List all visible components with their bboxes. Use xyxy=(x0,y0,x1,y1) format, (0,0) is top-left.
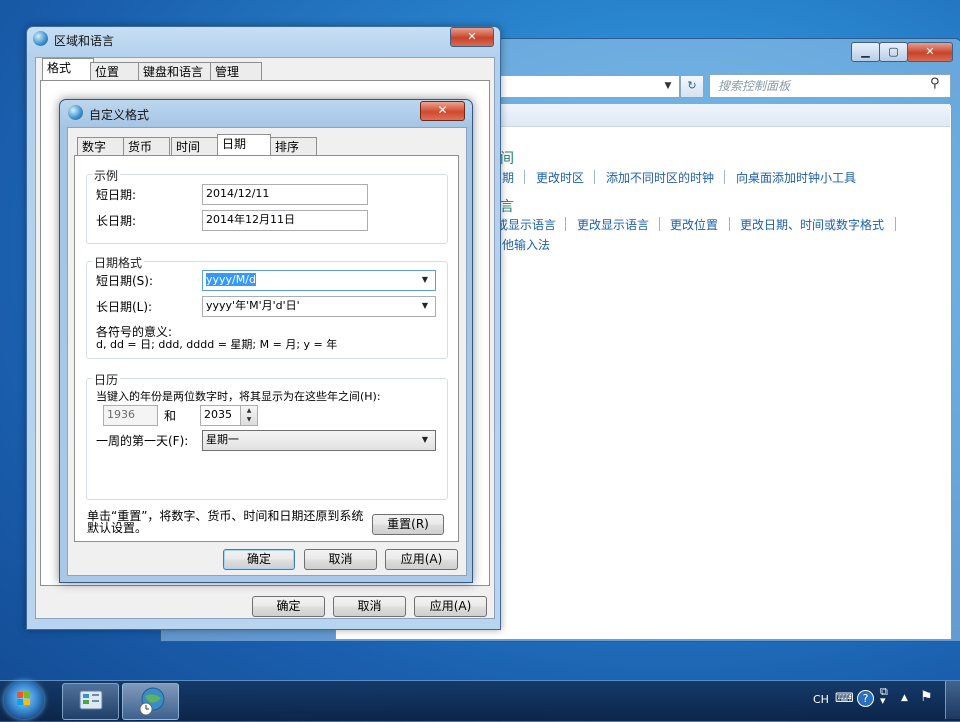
tab-date[interactable]: 日期 xyxy=(217,134,271,157)
tab-currency[interactable]: 货币 xyxy=(123,137,170,156)
windows-logo-icon xyxy=(17,692,30,705)
input-language-indicator[interactable]: CH xyxy=(813,693,829,706)
help-icon[interactable]: ? xyxy=(857,690,874,707)
change-location-link[interactable]: 更改位置 xyxy=(670,216,718,233)
date-formats-legend: 日期格式 xyxy=(92,254,145,271)
calendar-legend: 日历 xyxy=(92,371,121,388)
apply-button[interactable]: 应用(A) xyxy=(414,596,487,617)
keyboard-icon[interactable]: ⌨ xyxy=(835,691,854,706)
search-icon[interactable]: ⚲ xyxy=(930,76,940,91)
short-date-selected-text[interactable]: yyyy/M/d xyxy=(206,273,256,286)
long-date-combo[interactable]: yyyy'年'M'月'd'日' xyxy=(202,296,436,317)
search-placeholder: 搜索控制面板 xyxy=(718,79,791,93)
link-separator xyxy=(724,170,725,184)
ok-button[interactable]: 确定 xyxy=(223,549,295,570)
link-separator xyxy=(565,217,566,231)
tab-sorting[interactable]: 排序 xyxy=(270,137,317,156)
example-long-date: 2014年12月11日 xyxy=(202,210,368,231)
change-date-format-link[interactable]: 更改日期、时间或数字格式 xyxy=(740,216,884,233)
change-display-language-link[interactable]: 更改显示语言 xyxy=(577,216,649,233)
example-short-date: 2014/12/11 xyxy=(202,184,368,205)
globe-icon xyxy=(68,105,83,120)
link-separator xyxy=(524,170,525,184)
taskbar-region-language[interactable] xyxy=(122,683,179,720)
control-panel-icon xyxy=(79,690,103,710)
close-button[interactable]: ✕ xyxy=(420,101,465,121)
and-label: 和 xyxy=(164,409,177,423)
chevron-down-icon[interactable]: ▼ xyxy=(660,78,676,94)
address-bar[interactable] xyxy=(490,75,680,98)
first-day-combo[interactable]: 星期一 xyxy=(202,430,436,451)
close-button[interactable]: ✕ xyxy=(907,42,953,62)
globe-clock-icon xyxy=(139,687,165,716)
add-clock-gadget-link[interactable]: 向桌面添加时钟小工具 xyxy=(736,169,856,186)
show-hidden-icons[interactable]: ▲ xyxy=(901,693,908,703)
section-datetime-title: 间 xyxy=(500,151,514,167)
first-day-label: 一周的第一天(F): xyxy=(96,434,189,448)
link-separator xyxy=(594,170,595,184)
year-from-field: 1936 xyxy=(103,405,158,426)
input-method-link[interactable]: 他输入法 xyxy=(502,236,550,253)
section-language-title: 言 xyxy=(500,199,514,215)
cancel-button[interactable]: 取消 xyxy=(304,549,377,570)
add-clocks-link[interactable]: 添加不同时区的时钟 xyxy=(606,169,714,186)
window-title: 区域和语言 xyxy=(54,34,115,48)
short-date-label: 短日期(S): xyxy=(96,274,154,288)
tab-formats[interactable]: 格式 xyxy=(42,58,94,82)
link-separator xyxy=(659,217,660,231)
start-button[interactable] xyxy=(4,681,44,719)
two-digit-year-label: 当键入的年份是两位数字时，将其显示为在这些年之间(H): xyxy=(96,390,381,403)
ok-button[interactable]: 确定 xyxy=(252,596,325,617)
chevron-down-icon[interactable]: ▼ xyxy=(418,297,432,314)
minimize-button[interactable]: ▁ xyxy=(851,42,880,62)
globe-icon xyxy=(33,31,48,46)
example-legend: 示例 xyxy=(92,167,121,184)
link-separator xyxy=(729,217,730,231)
chevron-down-icon[interactable]: ▼ xyxy=(418,431,432,448)
datetime-link-0[interactable]: 期 xyxy=(502,169,514,186)
dialog-title: 自定义格式 xyxy=(89,108,150,122)
action-center-flag-icon[interactable]: ⚑ xyxy=(920,689,933,705)
reset-description: 单击“重置”，将数字、货币、时间和日期还原到系统默认设置。 xyxy=(87,509,364,535)
show-desktop-button[interactable] xyxy=(945,681,960,719)
refresh-icon[interactable]: ↻ xyxy=(680,75,704,98)
change-timezone-link[interactable]: 更改时区 xyxy=(536,169,584,186)
tab-numbers[interactable]: 数字 xyxy=(77,137,124,156)
language-link-0[interactable]: 或显示语言 xyxy=(496,216,556,233)
short-date-combo[interactable]: yyyy/M/d xyxy=(202,270,436,291)
example-long-label: 长日期: xyxy=(96,214,137,228)
chevron-down-icon[interactable]: ▼ xyxy=(418,271,432,288)
taskbar-control-panel[interactable] xyxy=(62,683,119,720)
tab-time[interactable]: 时间 xyxy=(171,137,218,156)
maximize-button[interactable]: ▢ xyxy=(879,42,908,62)
example-short-label: 短日期: xyxy=(96,188,137,202)
link-separator xyxy=(895,217,896,231)
notation-text: d, dd = 日; ddd, dddd = 星期; M = 月; y = 年 xyxy=(96,338,338,351)
cancel-button[interactable]: 取消 xyxy=(333,596,406,617)
year-to-field[interactable]: 2035 xyxy=(200,405,241,426)
year-spinner[interactable]: ▲ ▼ xyxy=(240,405,258,426)
long-date-label: 长日期(L): xyxy=(96,300,153,314)
restore-arrows-icon[interactable]: ⧉ ▾ xyxy=(880,686,888,706)
reset-button[interactable]: 重置(R) xyxy=(372,514,444,535)
apply-button[interactable]: 应用(A) xyxy=(385,549,458,570)
close-button[interactable]: ✕ xyxy=(450,27,494,47)
